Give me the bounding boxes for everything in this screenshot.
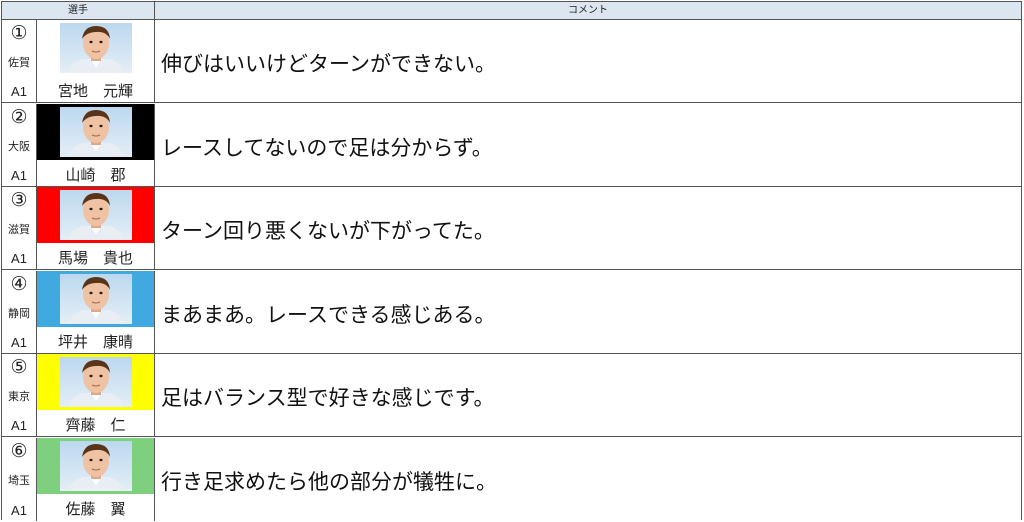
racer-comment: ターン回り悪くないが下がってた。 [161, 219, 495, 243]
header-player: 選手 [2, 2, 155, 19]
racer-prefecture: 静岡 [8, 306, 30, 320]
racer-comment: レースしてないので足は分からず。 [161, 135, 493, 160]
comment-cell: レースしてないので足は分からず。 [155, 103, 1021, 186]
racer-prefecture: 佐賀 [8, 56, 30, 69]
comment-cell: 足はバランス型で好きな感じです。 [155, 354, 1021, 436]
racer-name: 馬場 貴也 [57, 249, 133, 267]
table-row: ④ 静岡 A1 坪井 康晴 まあまあ。レースできる感じある。 [2, 270, 1021, 354]
boat-number: ④ [10, 272, 28, 295]
racer-info-cell: ② 大阪 A1 [2, 103, 37, 186]
racer-photo [60, 357, 132, 407]
racer-class: A1 [11, 84, 27, 99]
racer-photo-cell: 坪井 康晴 [37, 270, 155, 353]
boat-number: ① [10, 22, 28, 44]
racer-name: 宮地 元輝 [57, 82, 133, 100]
racer-info-cell: ① 佐賀 A1 [2, 20, 37, 102]
table-row: ③ 滋賀 A1 馬場 貴也 ターン回り悪くないが下がってた。 [2, 187, 1021, 270]
racer-photo [60, 23, 132, 73]
comment-cell: 伸びはいいけどターンができない。 [155, 20, 1021, 102]
racer-photo [60, 273, 132, 324]
racer-photo-cell: 馬場 貴也 [37, 187, 155, 269]
racer-name-cell: 齊藤 仁 [37, 410, 154, 436]
boat-number: ⑥ [10, 439, 28, 462]
racer-prefecture: 滋賀 [8, 223, 30, 236]
racer-name-cell: 佐藤 翼 [37, 493, 154, 520]
racer-photo-cell: 齊藤 仁 [37, 354, 155, 436]
racer-class: A1 [11, 334, 27, 350]
racer-class: A1 [11, 251, 27, 266]
racer-photo [60, 106, 132, 157]
racer-photo-cell: 宮地 元輝 [37, 20, 155, 102]
racer-photo-cell: 佐藤 翼 [37, 437, 155, 521]
table-row: ② 大阪 A1 山崎 郡 レースしてないので足は分からず。 [2, 103, 1021, 187]
racer-photo [60, 190, 132, 240]
racer-name-cell: 山崎 郡 [37, 159, 154, 186]
racer-info-cell: ⑥ 埼玉 A1 [2, 437, 37, 521]
racer-info-cell: ⑤ 東京 A1 [2, 354, 37, 436]
table-header: 選手 コメント [2, 2, 1021, 20]
racer-class: A1 [11, 502, 27, 518]
boat-number: ③ [10, 189, 28, 211]
racer-name-cell: 坪井 康晴 [37, 326, 154, 353]
header-comment: コメント [568, 5, 608, 16]
racer-name-cell: 馬場 貴也 [37, 243, 154, 269]
racer-name: 山崎 郡 [65, 165, 126, 184]
racer-comment: まあまあ。レースできる感じある。 [161, 302, 496, 327]
racer-comment-table: 選手 コメント ① 佐賀 A1 宮地 元輝 伸びはいいけどターンができない。 ②… [1, 1, 1022, 521]
racer-comment: 足はバランス型で好きな感じです。 [161, 386, 495, 410]
racer-class: A1 [11, 418, 27, 433]
boat-number: ② [10, 105, 28, 128]
comment-cell: まあまあ。レースできる感じある。 [155, 270, 1021, 353]
comment-cell: ターン回り悪くないが下がってた。 [155, 187, 1021, 269]
racer-name-cell: 宮地 元輝 [37, 76, 154, 102]
boat-number: ⑤ [10, 356, 28, 378]
racer-prefecture: 埼玉 [8, 473, 30, 487]
racer-info-cell: ④ 静岡 A1 [2, 270, 37, 353]
racer-prefecture: 大阪 [8, 139, 30, 153]
comment-cell: 行き足求めたら他の部分が犠牲に。 [155, 437, 1021, 521]
racer-info-cell: ③ 滋賀 A1 [2, 187, 37, 269]
racer-photo-cell: 山崎 郡 [37, 103, 155, 186]
racer-class: A1 [11, 167, 27, 183]
racer-photo [60, 440, 132, 491]
racer-comment: 行き足求めたら他の部分が犠牲に。 [161, 469, 497, 494]
table-row: ⑥ 埼玉 A1 佐藤 翼 行き足求めたら他の部分が犠牲に。 [2, 437, 1021, 521]
table-row: ① 佐賀 A1 宮地 元輝 伸びはいいけどターンができない。 [2, 20, 1021, 103]
table-row: ⑤ 東京 A1 齊藤 仁 足はバランス型で好きな感じです。 [2, 354, 1021, 437]
racer-comment: 伸びはいいけどターンができない。 [161, 52, 496, 76]
racer-name: 齊藤 仁 [65, 416, 126, 434]
racer-name: 坪井 康晴 [57, 332, 133, 351]
racer-name: 佐藤 翼 [65, 499, 126, 518]
racer-prefecture: 東京 [8, 390, 30, 403]
